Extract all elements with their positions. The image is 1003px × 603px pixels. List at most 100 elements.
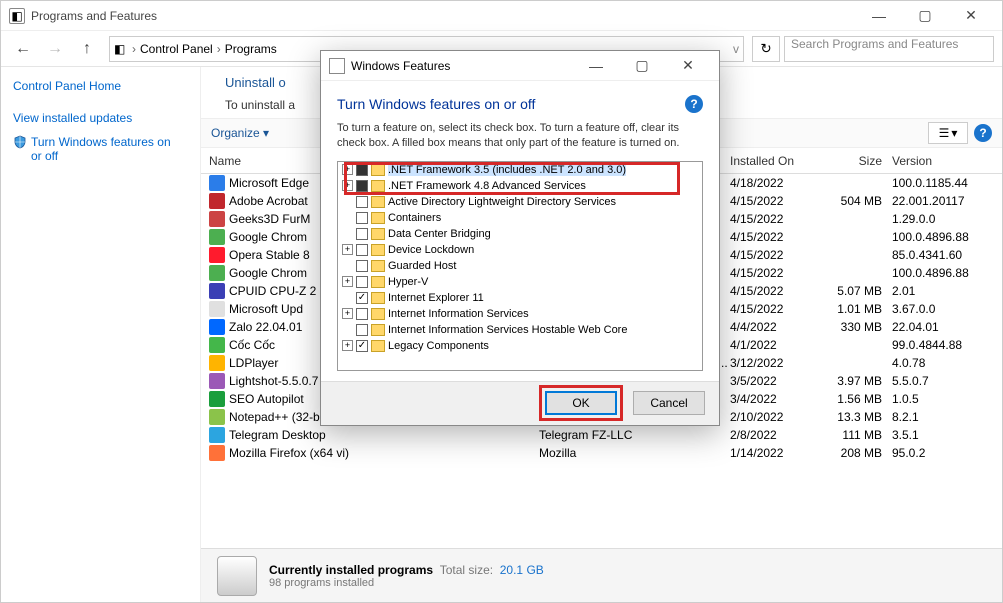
program-icon	[209, 229, 225, 245]
up-button[interactable]: ↑	[73, 35, 101, 63]
minimize-button[interactable]: —	[856, 2, 902, 30]
program-icon	[209, 409, 225, 425]
forward-button[interactable]: →	[41, 35, 69, 63]
help-icon[interactable]: ?	[974, 124, 992, 142]
expand-icon[interactable]: +	[342, 308, 353, 319]
feature-row[interactable]: Data Center Bridging	[338, 226, 702, 242]
view-options-button[interactable]: ☰▾	[928, 122, 968, 144]
maximize-button[interactable]: ▢	[902, 2, 948, 30]
feature-checkbox[interactable]	[356, 276, 368, 288]
organize-menu[interactable]: Organize ▾	[211, 126, 269, 140]
expand-spacer	[342, 324, 353, 335]
feature-checkbox[interactable]	[356, 260, 368, 272]
feature-label: Internet Information Services	[388, 308, 529, 320]
feature-row[interactable]: +.NET Framework 4.8 Advanced Services	[338, 178, 702, 194]
program-size: 208 MB	[820, 446, 892, 460]
program-icon	[209, 373, 225, 389]
location-icon: ◧	[114, 42, 128, 56]
expand-icon[interactable]: +	[342, 244, 353, 255]
program-icon	[209, 301, 225, 317]
refresh-button[interactable]: ↻	[752, 36, 780, 62]
program-installed-on: 4/4/2022	[730, 320, 820, 334]
control-panel-home-link[interactable]: Control Panel Home	[13, 79, 188, 93]
shield-icon	[13, 135, 27, 149]
col-installed-on[interactable]: Installed On	[730, 154, 820, 168]
feature-checkbox[interactable]	[356, 212, 368, 224]
dialog-heading: Turn Windows features on or off	[337, 96, 535, 112]
status-title: Currently installed programs	[269, 563, 433, 577]
col-version[interactable]: Version	[892, 154, 1002, 168]
program-version: 1.0.5	[892, 392, 1002, 406]
dialog-minimize-button[interactable]: —	[573, 52, 619, 80]
expand-icon[interactable]: +	[342, 164, 353, 175]
view-installed-updates-link[interactable]: View installed updates	[13, 111, 188, 125]
cancel-button[interactable]: Cancel	[633, 391, 705, 415]
program-installed-on: 4/15/2022	[730, 212, 820, 226]
program-icon	[209, 193, 225, 209]
window-title: Programs and Features	[31, 9, 856, 23]
folder-icon	[371, 324, 385, 336]
dialog-button-bar: OK Cancel	[321, 381, 719, 425]
dialog-help-icon[interactable]: ?	[685, 95, 703, 113]
program-row[interactable]: Mozilla Firefox (x64 vi) Mozilla 1/14/20…	[201, 444, 1002, 462]
dialog-close-button[interactable]: ✕	[665, 52, 711, 80]
col-size[interactable]: Size	[820, 154, 892, 168]
feature-row[interactable]: + Hyper-V	[338, 274, 702, 290]
feature-checkbox[interactable]	[356, 292, 368, 304]
feature-row[interactable]: +Legacy Components	[338, 338, 702, 354]
expand-icon[interactable]: +	[342, 180, 353, 191]
program-row[interactable]: Telegram Desktop Telegram FZ-LLC 2/8/202…	[201, 426, 1002, 444]
program-size: 5.07 MB	[820, 284, 892, 298]
feature-row[interactable]: Active Directory Lightweight Directory S…	[338, 194, 702, 210]
feature-checkbox[interactable]	[356, 308, 368, 320]
breadcrumb-item[interactable]: Control Panel	[140, 42, 213, 56]
back-button[interactable]: ←	[9, 35, 37, 63]
expand-icon[interactable]: +	[342, 340, 353, 351]
program-version: 3.67.0.0	[892, 302, 1002, 316]
feature-row[interactable]: Internet Explorer 11	[338, 290, 702, 306]
feature-checkbox[interactable]	[356, 324, 368, 336]
program-installed-on: 4/1/2022	[730, 338, 820, 352]
breadcrumb-item[interactable]: Programs	[225, 42, 277, 56]
feature-checkbox[interactable]	[356, 244, 368, 256]
feature-checkbox[interactable]	[356, 340, 368, 352]
feature-row[interactable]: Internet Information Services Hostable W…	[338, 322, 702, 338]
feature-row[interactable]: Containers	[338, 210, 702, 226]
feature-checkbox[interactable]	[356, 164, 368, 176]
program-name: Telegram Desktop	[229, 428, 539, 442]
expand-icon[interactable]: +	[342, 276, 353, 287]
folder-icon	[371, 260, 385, 272]
feature-checkbox[interactable]	[356, 196, 368, 208]
program-icon	[209, 211, 225, 227]
sidebar: Control Panel Home View installed update…	[1, 67, 201, 602]
features-tree[interactable]: +.NET Framework 3.5 (includes .NET 2.0 a…	[337, 161, 703, 371]
turn-windows-features-link[interactable]: Turn Windows features on or off	[13, 135, 188, 163]
folder-icon	[371, 340, 385, 352]
feature-checkbox[interactable]	[356, 228, 368, 240]
program-installed-on: 4/18/2022	[730, 176, 820, 190]
search-input[interactable]: Search Programs and Features	[784, 36, 994, 62]
windows-features-dialog: Windows Features — ▢ ✕ Turn Windows feat…	[320, 50, 720, 426]
feature-label: Guarded Host	[388, 260, 456, 272]
feature-row[interactable]: +.NET Framework 3.5 (includes .NET 2.0 a…	[338, 162, 702, 178]
folder-icon	[371, 180, 385, 192]
feature-row[interactable]: + Internet Information Services	[338, 306, 702, 322]
folder-icon	[371, 292, 385, 304]
ok-button[interactable]: OK	[545, 391, 617, 415]
feature-checkbox[interactable]	[356, 180, 368, 192]
feature-row[interactable]: Guarded Host	[338, 258, 702, 274]
program-icon	[209, 427, 225, 443]
program-installed-on: 4/15/2022	[730, 266, 820, 280]
feature-label: Hyper-V	[388, 276, 428, 288]
program-version: 95.0.2	[892, 446, 1002, 460]
program-size: 504 MB	[820, 194, 892, 208]
program-version: 100.0.1185.44	[892, 176, 1002, 190]
dialog-maximize-button[interactable]: ▢	[619, 52, 665, 80]
folder-icon	[371, 308, 385, 320]
close-button[interactable]: ✕	[948, 2, 994, 30]
feature-label: Internet Explorer 11	[388, 292, 484, 304]
program-icon	[209, 445, 225, 461]
dialog-title: Windows Features	[351, 59, 573, 73]
feature-row[interactable]: +Device Lockdown	[338, 242, 702, 258]
program-installed-on: 1/14/2022	[730, 446, 820, 460]
